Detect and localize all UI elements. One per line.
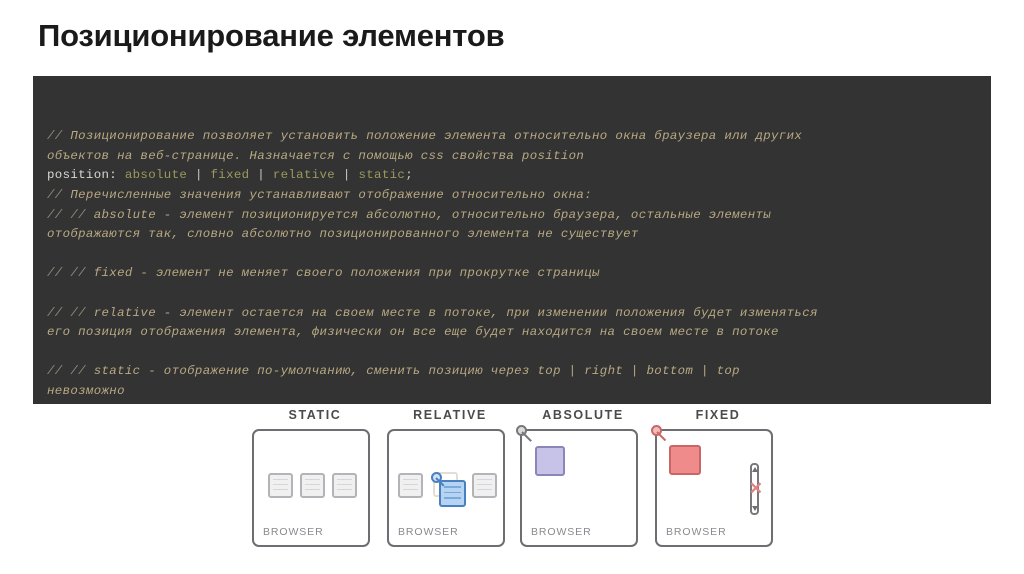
code-segment: | xyxy=(335,168,359,183)
code-segment: // xyxy=(47,129,71,144)
code-segment: static - отображение по-умолчанию, смени… xyxy=(93,364,740,379)
positioning-diagram-strip: STATIC BROWSER RELATIVE BROWSER ABSOLUTE… xyxy=(0,404,1024,574)
code-segment: relative xyxy=(272,168,336,183)
code-segment: | xyxy=(249,168,273,183)
scroll-up-arrow-icon[interactable] xyxy=(751,467,758,472)
code-segment: отображаются так, словно абсолютно позиц… xyxy=(47,227,639,242)
code-line: // Позиционирование позволяет установить… xyxy=(47,88,977,147)
code-segment: fixed - элемент не меняет своего положен… xyxy=(93,266,600,281)
code-line: // Позиционирование позволяет установить… xyxy=(47,88,977,186)
browser-window-fixed: ✕ BROWSER xyxy=(655,429,773,547)
code-segment: // // xyxy=(47,207,94,222)
code-segment: relative - элемент остается на своем мес… xyxy=(93,305,818,320)
code-segment: // xyxy=(47,187,71,202)
browser-caption-relative: BROWSER xyxy=(398,526,459,538)
browser-window-absolute: BROWSER xyxy=(520,429,638,547)
absolute-positioned-element xyxy=(535,446,565,476)
code-line: // Позиционирование позволяет установить… xyxy=(47,88,977,323)
diagram-fixed: FIXED ✕ BROWSER xyxy=(643,404,793,574)
code-segment: ; xyxy=(405,168,413,183)
diagram-static: STATIC BROWSER xyxy=(240,404,390,574)
diagram-label-absolute: ABSOLUTE xyxy=(542,408,624,422)
browser-caption-fixed: BROWSER xyxy=(666,526,727,538)
browser-window-relative: BROWSER xyxy=(387,429,505,547)
diagram-relative: RELATIVE BROWSER xyxy=(375,404,525,574)
scroll-down-arrow-icon[interactable] xyxy=(751,506,758,511)
diagram-label-static: STATIC xyxy=(288,408,342,422)
code-line: // Позиционирование позволяет установить… xyxy=(47,88,977,264)
code-segment: невозможно xyxy=(47,383,125,398)
fixed-positioned-element xyxy=(669,445,701,475)
browser-window-static: BROWSER xyxy=(252,429,370,547)
code-segment: Позиционирование позволяет установить по… xyxy=(70,129,803,144)
code-segment: // // xyxy=(47,364,94,379)
relative-element-3 xyxy=(472,473,497,498)
code-line: // Позиционирование позволяет установить… xyxy=(47,88,977,284)
code-segment: absolute xyxy=(124,168,188,183)
code-block: // Позиционирование позволяет установить… xyxy=(33,76,991,405)
browser-caption-static: BROWSER xyxy=(263,526,324,538)
code-segment: static xyxy=(358,168,406,183)
code-segment: объектов на веб-странице. Назначается с … xyxy=(47,148,585,163)
code-line: // Позиционирование позволяет установить… xyxy=(47,88,977,382)
page-title: Позиционирование элементов xyxy=(38,18,505,53)
relative-element-1 xyxy=(398,473,423,498)
code-line: // Позиционирование позволяет установить… xyxy=(47,88,977,402)
code-segment: | xyxy=(187,168,211,183)
code-line: // Позиционирование позволяет установить… xyxy=(47,88,977,206)
code-segment: position: xyxy=(47,168,125,183)
code-line: // Позиционирование позволяет установить… xyxy=(47,88,977,304)
code-line: // Позиционирование позволяет установить… xyxy=(47,88,977,225)
scroll-disabled-cross-icon: ✕ xyxy=(748,479,763,498)
code-segment: его позиция отображения элемента, физиче… xyxy=(47,325,779,340)
diagram-label-fixed: FIXED xyxy=(695,408,741,422)
code-segment: // // xyxy=(47,305,94,320)
code-segment: absolute - элемент позиционируется абсол… xyxy=(93,207,772,222)
diagram-absolute: ABSOLUTE BROWSER xyxy=(508,404,658,574)
static-element-3 xyxy=(332,473,357,498)
diagram-label-relative: RELATIVE xyxy=(413,408,487,422)
code-segment: // // xyxy=(47,266,94,281)
code-line: // Позиционирование позволяет установить… xyxy=(47,88,977,166)
static-element-2 xyxy=(300,473,325,498)
code-segment: fixed xyxy=(210,168,250,183)
code-line: // Позиционирование позволяет установить… xyxy=(47,88,977,245)
static-element-1 xyxy=(268,473,293,498)
browser-caption-absolute: BROWSER xyxy=(531,526,592,538)
code-line: // Позиционирование позволяет установить… xyxy=(47,88,977,343)
code-segment: Перечисленные значения устанавливают ото… xyxy=(70,187,592,202)
code-line: // Позиционирование позволяет установить… xyxy=(47,88,977,362)
